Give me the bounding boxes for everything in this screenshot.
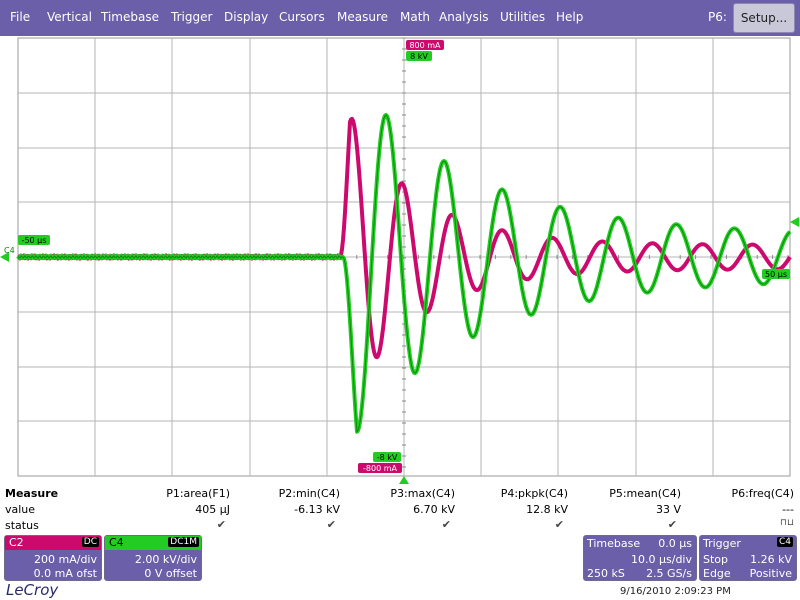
menu-analysis[interactable]: Analysis: [439, 10, 488, 24]
scope-display[interactable]: 800 mA 8 kV -8 kV -800 mA -50 µs C4 50 µ…: [0, 36, 800, 484]
timebase-delay: 0.0 µs: [658, 537, 692, 550]
p6-label: P6:: [708, 10, 727, 24]
trigger-source-badge: C4: [776, 537, 793, 547]
menu-timebase[interactable]: Timebase: [101, 10, 159, 24]
timebase-samples: 250 kS: [587, 567, 625, 580]
p6-status: ⊓⊔: [779, 518, 794, 528]
menu-bar: File Vertical Timebase Trigger Display C…: [0, 0, 800, 36]
right-time-label: 50 µs: [765, 270, 787, 279]
p3-status: ✔: [441, 518, 451, 531]
p1-value: 405 µJ: [195, 503, 230, 516]
timebase-tdiv: 10.0 µs/div: [631, 553, 692, 566]
measure-title: Measure: [5, 487, 59, 500]
p2-header[interactable]: P2:min(C4): [279, 487, 340, 500]
p2-value: -6.13 kV: [294, 503, 340, 516]
p6-value: ---: [782, 503, 794, 516]
c4-offset: 0 V offset: [144, 567, 197, 580]
c4-top-scale-label: 8 kV: [410, 52, 428, 61]
p4-header[interactable]: P4:pkpk(C4): [501, 487, 568, 500]
p1-header[interactable]: P1:area(F1): [166, 487, 230, 500]
p4-value: 12.8 kV: [526, 503, 568, 516]
p5-value: 33 V: [655, 503, 681, 516]
c4-vdiv: 2.00 kV/div: [134, 553, 197, 566]
c2-channel-box[interactable]: C2 DC 200 mA/div 0.0 mA ofst: [4, 535, 102, 581]
c2-bottom-scale-label: -800 mA: [363, 464, 397, 473]
menu-file[interactable]: File: [10, 10, 30, 24]
p5-header[interactable]: P5:mean(C4): [609, 487, 681, 500]
p5-status: ✔: [667, 518, 677, 531]
trigger-mode: Stop: [703, 553, 729, 566]
p6-header[interactable]: P6:freq(C4): [731, 487, 794, 500]
trigger-slope: Positive: [749, 567, 792, 580]
menu-help[interactable]: Help: [556, 10, 583, 24]
c4-channel-name: C4: [109, 536, 124, 549]
measure-table[interactable]: Measure value status P1:area(F1) 405 µJ …: [0, 484, 800, 534]
setup-button[interactable]: Setup...: [733, 3, 795, 33]
menu-math[interactable]: Math: [400, 10, 430, 24]
trigger-time-marker[interactable]: [399, 476, 409, 484]
c4-bottom-scale-label: -8 kV: [377, 453, 398, 462]
c2-coupling-badge: DC: [81, 537, 99, 547]
trigger-level: 1.26 kV: [750, 553, 792, 566]
waveform-grid[interactable]: 800 mA 8 kV -8 kV -800 mA -50 µs C4 50 µ…: [0, 36, 800, 484]
menu-vertical[interactable]: Vertical: [47, 10, 92, 24]
trigger-label: Trigger: [703, 537, 741, 550]
p4-status: ✔: [554, 518, 564, 531]
c4-channel-header: C4 DC1M: [105, 536, 201, 550]
timebase-box[interactable]: Timebase 0.0 µs 10.0 µs/div 250 kS 2.5 G…: [583, 535, 697, 581]
trigger-type: Edge: [703, 567, 731, 580]
c2-offset: 0.0 mA ofst: [33, 567, 97, 580]
timebase-rate: 2.5 GS/s: [646, 567, 692, 580]
menu-measure[interactable]: Measure: [337, 10, 388, 24]
timebase-label: Timebase: [587, 537, 641, 550]
trigger-box[interactable]: Trigger C4 Stop 1.26 kV Edge Positive: [699, 535, 797, 581]
menu-cursors[interactable]: Cursors: [279, 10, 325, 24]
menu-trigger[interactable]: Trigger: [171, 10, 212, 24]
p1-status: ✔: [216, 518, 226, 531]
measure-value-row-label: value: [5, 503, 36, 516]
c2-channel-name: C2: [9, 536, 24, 549]
menu-utilities[interactable]: Utilities: [500, 10, 545, 24]
footer-timestamp: 9/16/2010 2:09:23 PM: [620, 586, 731, 597]
p3-header[interactable]: P3:max(C4): [390, 487, 455, 500]
c4-channel-box[interactable]: C4 DC1M 2.00 kV/div 0 V offset: [104, 535, 202, 581]
c2-vdiv: 200 mA/div: [34, 553, 97, 566]
c2-channel-header: C2 DC: [5, 536, 101, 550]
trigger-level-marker[interactable]: [790, 217, 799, 227]
p3-value: 6.70 kV: [413, 503, 455, 516]
left-time-label: -50 µs: [22, 236, 47, 245]
menu-display[interactable]: Display: [224, 10, 268, 24]
lecroy-logo: LeCroy: [6, 581, 59, 599]
c2-top-scale-label: 800 mA: [409, 41, 441, 50]
p2-status: ✔: [326, 518, 336, 531]
left-channel-label: C4: [4, 246, 15, 255]
c4-coupling-badge: DC1M: [168, 537, 199, 547]
measure-status-row-label: status: [5, 519, 39, 532]
